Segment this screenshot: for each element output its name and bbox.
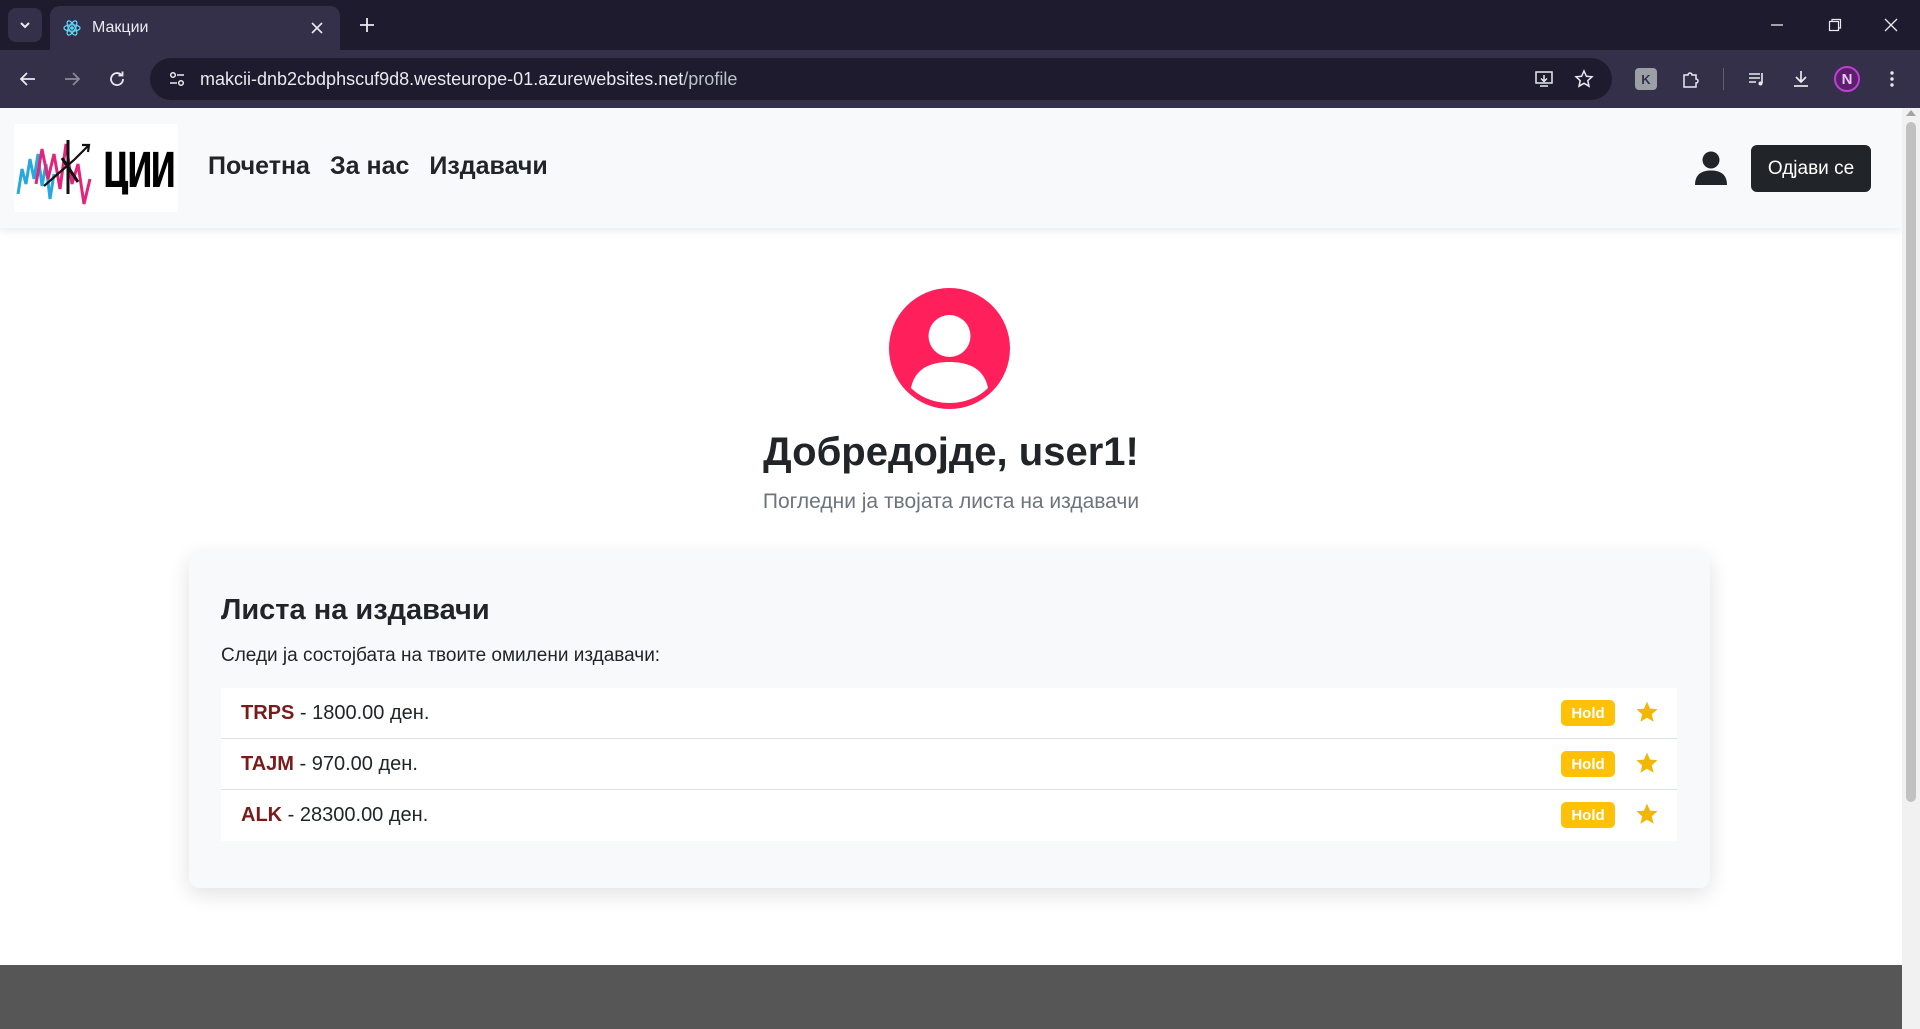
logout-button[interactable]: Одјави се: [1751, 145, 1871, 192]
browser-toolbar: makcii-dnb2cbdphscuf9d8.westeurope-01.az…: [0, 50, 1920, 108]
page-scrollbar[interactable]: [1902, 108, 1920, 1029]
nav-link-home[interactable]: Почетна: [208, 152, 310, 181]
scroll-up-arrow-icon[interactable]: [1906, 110, 1916, 116]
issuer-ticker-link[interactable]: TAJM: [241, 753, 294, 776]
recommendation-badge: Hold: [1561, 751, 1615, 777]
site-navbar: ЦИИ Почетна За нас Издавачи Одјави се: [0, 108, 1902, 228]
price-separator: -: [293, 752, 312, 775]
address-bar[interactable]: makcii-dnb2cbdphscuf9d8.westeurope-01.az…: [150, 58, 1612, 100]
favorite-star-icon[interactable]: [1635, 751, 1659, 775]
issuer-price: 970.00 ден.: [311, 752, 418, 775]
favorite-star-icon[interactable]: [1635, 802, 1659, 826]
tab-close-icon[interactable]: [306, 17, 328, 39]
close-window-button[interactable]: [1862, 0, 1920, 50]
tab-search-button[interactable]: [8, 8, 42, 42]
nav-link-issuers[interactable]: Издавачи: [429, 152, 547, 181]
watchlist-item: ALK - 28300.00 ден. Hold: [221, 790, 1677, 841]
watchlist-item: TRPS - 1800.00 ден. Hold: [221, 688, 1677, 739]
toolbar-divider: [1723, 68, 1724, 90]
nav-links: Почетна За нас Издавачи: [208, 152, 548, 181]
url-text: makcii-dnb2cbdphscuf9d8.westeurope-01.az…: [200, 69, 737, 90]
logo-text: ЦИИ: [104, 142, 176, 199]
reload-icon: [110, 71, 124, 86]
arrow-right-icon: [65, 72, 81, 86]
issuer-ticker-link[interactable]: TRPS: [241, 702, 294, 725]
restore-button[interactable]: [1806, 0, 1864, 50]
react-icon: [62, 18, 82, 38]
playlist-icon: [1749, 73, 1763, 86]
profile-avatar: N: [1834, 66, 1860, 92]
url-path: /profile: [683, 68, 738, 89]
install-app-icon[interactable]: [1528, 63, 1560, 95]
recommendation-badge: Hold: [1561, 700, 1615, 726]
watchlist-card: Листа на издавачи Следи ја состојбата на…: [189, 552, 1710, 888]
bookmark-star-icon[interactable]: [1568, 63, 1600, 95]
issuer-ticker-link[interactable]: ALK: [241, 804, 282, 827]
minimize-button[interactable]: [1748, 0, 1806, 50]
recommendation-badge: Hold: [1561, 802, 1615, 828]
close-icon: [1884, 18, 1898, 32]
watchlist: TRPS - 1800.00 ден. Hold TAJM - 970.00 д…: [221, 688, 1677, 841]
browser-tab[interactable]: Макции: [50, 6, 340, 50]
downloads-button[interactable]: [1785, 63, 1817, 95]
price-separator: -: [282, 804, 300, 826]
reload-button[interactable]: [101, 63, 133, 95]
profile-button[interactable]: N: [1831, 63, 1863, 95]
new-tab-button[interactable]: [352, 10, 382, 40]
forward-button[interactable]: [56, 63, 88, 95]
more-vertical-icon: [1890, 71, 1894, 87]
page-content: ЦИИ Почетна За нас Издавачи Одјави се До…: [0, 108, 1902, 1029]
arrow-left-icon: [19, 72, 35, 86]
profile-avatar-icon: [889, 288, 1010, 409]
minimize-icon: [1771, 24, 1783, 26]
welcome-subtitle: Погледни ја твојата листа на издавачи: [762, 490, 1140, 513]
watchlist-title: Листа на издавачи: [221, 594, 490, 626]
site-footer: [0, 965, 1902, 1029]
site-logo[interactable]: ЦИИ: [14, 124, 178, 212]
restore-icon: [1828, 18, 1842, 32]
logo-chart-graphic: [16, 140, 92, 205]
favorite-star-icon[interactable]: [1635, 700, 1659, 724]
tab-title: Макции: [92, 19, 149, 36]
plus-icon: [360, 18, 374, 32]
chevron-down-icon: [20, 22, 30, 29]
browser-tab-bar: Макции: [0, 0, 1920, 50]
price-separator: -: [294, 701, 313, 724]
issuer-price: 28300.00 ден.: [299, 804, 429, 826]
welcome-heading: Добредојде, user1!: [763, 430, 1139, 474]
watchlist-item: TAJM - 970.00 ден. Hold: [221, 739, 1677, 790]
download-icon: [1794, 71, 1808, 87]
extension-k-icon: K: [1635, 68, 1657, 90]
browser-menu-button[interactable]: [1876, 63, 1908, 95]
media-controls-button[interactable]: [1741, 63, 1773, 95]
back-button[interactable]: [12, 63, 44, 95]
url-host: makcii-dnb2cbdphscuf9d8.westeurope-01.az…: [200, 68, 684, 89]
site-settings-icon[interactable]: [164, 66, 190, 92]
issuer-price: 1800.00 ден.: [312, 701, 430, 724]
scrollbar-thumb[interactable]: [1906, 122, 1916, 802]
watchlist-description: Следи ја состојбата на твоите омилени из…: [221, 645, 661, 666]
puzzle-icon: [1683, 72, 1699, 88]
nav-link-about[interactable]: За нас: [330, 152, 409, 181]
user-icon[interactable]: [1694, 150, 1728, 186]
extensions-button[interactable]: [1675, 63, 1707, 95]
extension-k-button[interactable]: K: [1630, 63, 1662, 95]
